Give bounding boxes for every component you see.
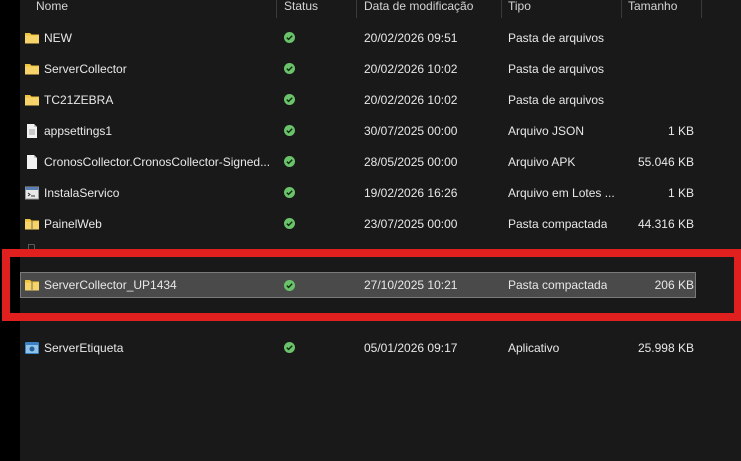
file-type: Arquivo em Lotes ... xyxy=(508,186,615,200)
column-modified[interactable]: Data de modificação xyxy=(364,0,473,18)
zip-folder-icon xyxy=(25,219,39,230)
column-status[interactable]: Status xyxy=(284,0,318,18)
file-name: ServerCollector xyxy=(44,62,127,76)
sync-ok-icon xyxy=(284,63,295,74)
column-divider[interactable] xyxy=(356,0,357,18)
column-name[interactable]: Nome xyxy=(36,0,68,18)
file-type: Aplicativo xyxy=(508,341,560,355)
file-type: Pasta compactada xyxy=(508,278,608,292)
file-modified: 30/07/2025 00:00 xyxy=(364,124,458,138)
file-modified: 28/05/2025 00:00 xyxy=(364,155,458,169)
file-size xyxy=(628,25,694,51)
file-row-instalaservico[interactable]: InstalaServico 19/02/2026 16:26 Arquivo … xyxy=(20,180,741,206)
file-type: Pasta de arquivos xyxy=(508,93,605,107)
column-divider[interactable] xyxy=(501,0,502,18)
document-icon xyxy=(27,155,37,169)
file-type: Arquivo JSON xyxy=(508,124,585,138)
file-row-servercollector[interactable]: ServerCollector 20/02/2026 10:02 Pasta d… xyxy=(20,56,741,82)
sync-ok-icon xyxy=(284,218,295,229)
sync-ok-icon xyxy=(284,156,295,167)
application-icon xyxy=(25,342,39,354)
column-header: Nome Status Data de modificação Tipo Tam… xyxy=(20,0,741,18)
file-name: appsettings1 xyxy=(44,124,113,138)
file-modified: 05/01/2026 09:17 xyxy=(364,341,458,355)
file-size: 55.046 KB xyxy=(637,155,694,169)
file-row-servercollector-up1434[interactable]: ServerCollector_UP1434 27/10/2025 10:21 … xyxy=(20,270,741,298)
column-type[interactable]: Tipo xyxy=(508,0,531,18)
file-name: PainelWeb xyxy=(44,217,102,231)
file-modified: 27/10/2025 10:21 xyxy=(364,278,458,292)
file-type: Arquivo APK xyxy=(508,155,576,169)
file-type: Pasta compactada xyxy=(508,217,608,231)
sync-ok-icon xyxy=(284,187,295,198)
file-row-cronoscollector-apk[interactable]: CronosCollector.CronosCollector-Signed..… xyxy=(20,149,741,175)
file-name: NEW xyxy=(44,31,72,45)
file-modified: 19/02/2026 16:26 xyxy=(364,186,458,200)
file-name: ServerCollector_UP1434 xyxy=(44,278,177,292)
file-type: Pasta de arquivos xyxy=(508,31,605,45)
file-row-serveretiqueta[interactable]: ServerEtiqueta 05/01/2026 09:17 Aplicati… xyxy=(20,335,741,361)
file-row-appsettings1[interactable]: appsettings1 30/07/2025 00:00 Arquivo JS… xyxy=(20,118,741,144)
file-name: InstalaServico xyxy=(44,186,120,200)
file-size: 1 KB xyxy=(667,186,694,200)
column-divider[interactable] xyxy=(621,0,622,18)
sync-ok-icon xyxy=(284,94,295,105)
file-size: 1 KB xyxy=(667,124,694,138)
folder-icon xyxy=(25,95,39,106)
file-modified: 20/02/2026 10:02 xyxy=(364,62,458,76)
file-list-pane: Nome Status Data de modificação Tipo Tam… xyxy=(20,0,741,461)
zip-folder-icon xyxy=(25,280,39,291)
sync-ok-icon xyxy=(284,32,295,43)
column-divider[interactable] xyxy=(276,0,277,18)
sync-ok-icon xyxy=(284,125,295,136)
file-size xyxy=(628,56,694,82)
file-modified: 20/02/2026 10:02 xyxy=(364,93,458,107)
file-name: ServerEtiqueta xyxy=(44,341,124,355)
file-size: 44.316 KB xyxy=(637,217,694,231)
column-size[interactable]: Tamanho xyxy=(628,0,677,18)
folder-icon xyxy=(25,64,39,75)
file-size xyxy=(628,87,694,113)
sync-ok-icon xyxy=(284,342,295,353)
file-size: 25.998 KB xyxy=(637,341,694,355)
sync-ok-icon xyxy=(284,280,295,291)
obscured-row-fragment: □ xyxy=(28,242,35,254)
column-divider[interactable] xyxy=(701,0,702,18)
file-size: 206 KB xyxy=(654,278,694,292)
document-icon xyxy=(27,124,37,138)
file-type: Pasta de arquivos xyxy=(508,62,605,76)
file-row-painelweb[interactable]: PainelWeb 23/07/2025 00:00 Pasta compact… xyxy=(20,211,741,237)
file-modified: 23/07/2025 00:00 xyxy=(364,217,458,231)
file-name: CronosCollector.CronosCollector-Signed..… xyxy=(44,155,271,169)
file-row-tc21zebra[interactable]: TC21ZEBRA 20/02/2026 10:02 Pasta de arqu… xyxy=(20,87,741,113)
file-modified: 20/02/2026 09:51 xyxy=(364,31,458,45)
file-row-new[interactable]: NEW 20/02/2026 09:51 Pasta de arquivos xyxy=(20,25,741,51)
batch-file-icon xyxy=(25,186,39,200)
file-name: TC21ZEBRA xyxy=(44,93,114,107)
folder-icon xyxy=(25,33,39,44)
